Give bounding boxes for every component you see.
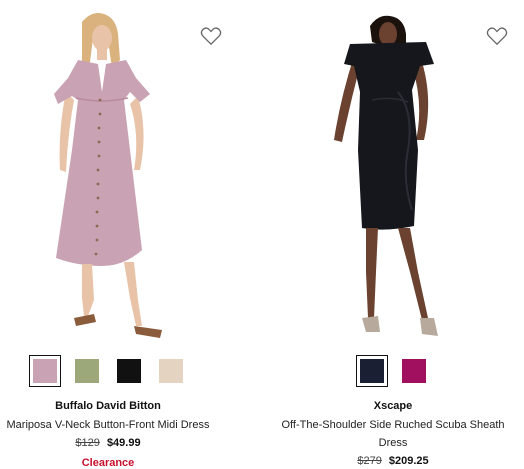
wishlist-heart-icon[interactable]: [486, 26, 508, 46]
swatch-beige[interactable]: [156, 356, 186, 386]
product-brand[interactable]: Xscape: [262, 398, 524, 414]
swatch-black[interactable]: [114, 356, 144, 386]
swatch-sage[interactable]: [72, 356, 102, 386]
wishlist-heart-icon[interactable]: [200, 26, 222, 46]
product-brand[interactable]: Buffalo David Bitton: [0, 398, 262, 414]
product-prices: $129 $49.99: [0, 434, 262, 452]
product-name[interactable]: Off-The-Shoulder Side Ruched Scuba Sheat…: [262, 416, 524, 452]
sale-price: $209.25: [388, 455, 429, 467]
clearance-badge: Clearance: [81, 457, 135, 469]
swatch-navy[interactable]: [356, 355, 388, 387]
product-image[interactable]: [262, 0, 524, 345]
color-swatches: [0, 355, 262, 387]
original-price: $129: [75, 437, 100, 449]
product-card[interactable]: Xscape Off-The-Shoulder Side Ruched Scub…: [262, 0, 524, 469]
swatch-magenta[interactable]: [399, 356, 429, 386]
color-swatches: [262, 355, 524, 387]
product-prices: $279 $209.25: [262, 452, 524, 469]
product-card[interactable]: Buffalo David Bitton Mariposa V-Neck But…: [0, 0, 262, 469]
product-image[interactable]: [0, 0, 262, 345]
product-info: Buffalo David Bitton Mariposa V-Neck But…: [0, 398, 262, 469]
product-name[interactable]: Mariposa V-Neck Button-Front Midi Dress: [0, 416, 262, 434]
product-info: Xscape Off-The-Shoulder Side Ruched Scub…: [262, 398, 524, 469]
sale-price: $49.99: [106, 437, 141, 449]
original-price: $279: [357, 455, 382, 467]
swatch-mauve[interactable]: [29, 355, 61, 387]
